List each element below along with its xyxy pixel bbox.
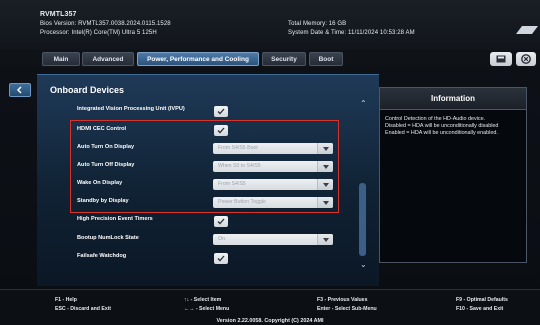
key-optimal-defaults: F9 - Optimal Defaults [456, 297, 508, 303]
back-button[interactable] [9, 83, 31, 97]
information-panel: Information Control Detection of the HD-… [379, 87, 527, 263]
key-help: F1 - Help [55, 297, 77, 303]
info-line: Control Detection of the HD-Audio device… [385, 116, 486, 122]
row-label-auto-turn-on: Auto Turn On Display [77, 144, 135, 150]
save-button[interactable] [490, 52, 512, 66]
asus-logo-icon [516, 26, 538, 34]
exit-button[interactable] [516, 52, 536, 66]
key-previous-values: F3 - Previous Values [317, 297, 368, 303]
tab-security[interactable]: Security [262, 52, 306, 66]
scroll-up-icon[interactable]: ⌃ [360, 99, 367, 108]
row-label-ivpu: Integrated Vision Processing Unit (IVPU) [77, 106, 185, 112]
select-wake-on-display[interactable]: From S4/S5 [213, 179, 333, 190]
key-select-item: ↑↓ - Select Item [184, 297, 222, 303]
row-label-failsafe-watchdog: Failsafe Watchdog [77, 253, 127, 259]
checkmark-icon [217, 255, 225, 262]
row-label-wake-on-display: Wake On Display [77, 180, 123, 186]
checkbox-ivpu[interactable] [214, 106, 228, 117]
checkmark-icon [217, 218, 225, 225]
scroll-down-icon[interactable]: ⌄ [360, 260, 367, 269]
checkmark-icon [217, 108, 225, 115]
key-discard-exit: ESC - Discard and Exit [55, 306, 111, 312]
row-label-auto-turn-off: Auto Turn Off Display [77, 162, 135, 168]
tab-main[interactable]: Main [42, 52, 80, 66]
bios-version: Bios Version: RVMTL357.0038.2024.0115.15… [40, 21, 171, 27]
chevron-down-icon [317, 143, 333, 154]
chevron-down-icon [317, 197, 333, 208]
select-value: From S4/S5 [218, 181, 246, 187]
bios-screen: RVMTL357 Bios Version: RVMTL357.0038.202… [0, 0, 540, 325]
key-select-menu: ←→ - Select Menu [184, 306, 230, 312]
save-icon [496, 55, 506, 63]
select-auto-turn-off[interactable]: When S0 to S4/S5 [213, 161, 333, 172]
panel-title: Onboard Devices [50, 85, 125, 95]
checkbox-hdmi-cec[interactable] [214, 125, 228, 136]
info-line: Disabled = HDA will be unconditionally d… [385, 123, 499, 129]
key-select-submenu: Enter - Select Sub-Menu [317, 306, 377, 312]
system-date-time: System Date & Time: 11/11/2024 10:53:28 … [288, 30, 415, 36]
exit-icon [521, 54, 531, 64]
version-text: Version 2.22.0058. Copyright (C) 2024 AM… [216, 318, 324, 324]
tab-advanced[interactable]: Advanced [82, 52, 134, 66]
tab-power-performance-cooling[interactable]: Power, Performance and Cooling [137, 52, 259, 66]
row-label-numlock: Bootup NumLock State [77, 235, 139, 241]
checkmark-icon [217, 127, 225, 134]
scrollbar-thumb[interactable] [359, 183, 366, 256]
select-value: On [218, 236, 225, 242]
chevron-down-icon [317, 179, 333, 190]
select-value: From S4/S5 Boot [218, 145, 258, 151]
header-bar: RVMTL357 Bios Version: RVMTL357.0038.202… [0, 0, 540, 50]
chevron-down-icon [317, 161, 333, 172]
select-standby-by-display[interactable]: Power Button Toggle [213, 197, 333, 208]
tab-boot[interactable]: Boot [309, 52, 343, 66]
info-line: Enabled = HDA will be unconditionally en… [385, 130, 498, 136]
back-arrow-icon [16, 86, 22, 94]
checkbox-failsafe-watchdog[interactable] [214, 253, 228, 264]
checkbox-hpet[interactable] [214, 216, 228, 227]
processor-info: Processor: Intel(R) Core(TM) Ultra 5 125… [40, 30, 157, 36]
select-numlock[interactable]: On [213, 234, 333, 245]
select-auto-turn-on[interactable]: From S4/S5 Boot [213, 143, 333, 154]
information-title: Information [380, 88, 526, 110]
model-name: RVMTL357 [40, 11, 77, 18]
row-label-hpet: High Precision Event Timers [77, 216, 153, 222]
row-label-hdmi-cec: HDMI CEC Control [77, 126, 127, 132]
chevron-down-icon [317, 234, 333, 245]
select-value: Power Button Toggle [218, 199, 266, 205]
select-value: When S0 to S4/S5 [218, 163, 261, 169]
row-label-standby-by-display: Standby by Display [77, 198, 129, 204]
total-memory: Total Memory: 16 GB [288, 21, 347, 27]
key-save-exit: F10 - Save and Exit [456, 306, 504, 312]
